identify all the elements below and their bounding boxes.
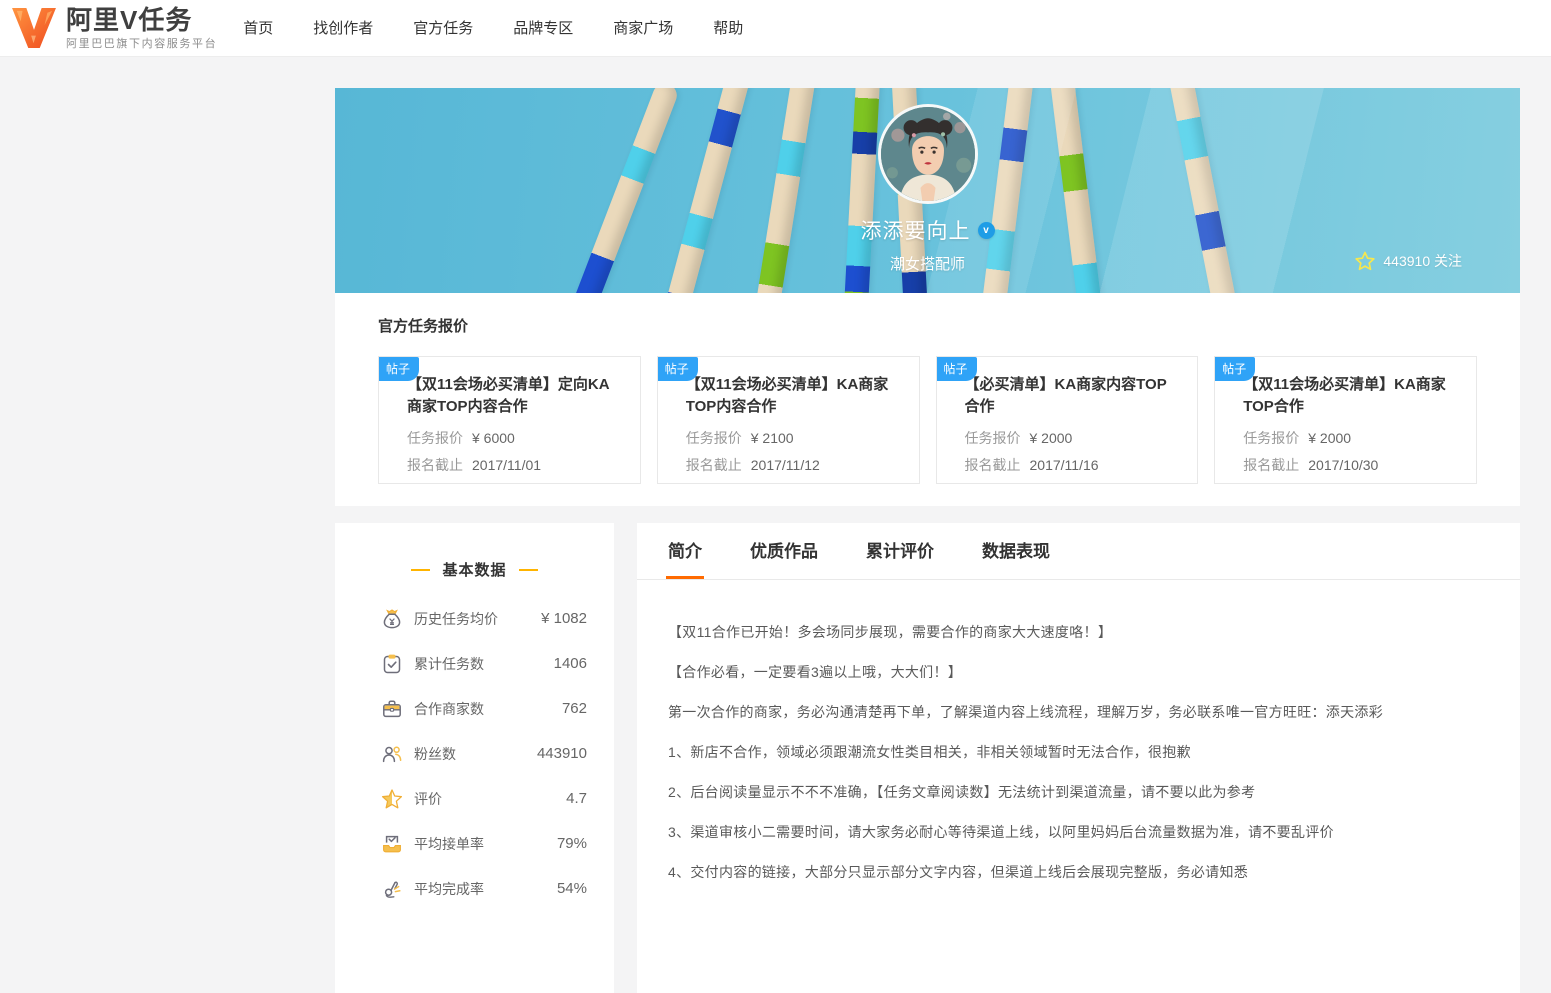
task-title: 【双11会场必买清单】定向KA商家TOP内容合作: [407, 376, 610, 415]
task-title: 【必买清单】KA商家内容TOP合作: [964, 376, 1167, 415]
tab-data-performance[interactable]: 数据表现: [982, 523, 1050, 579]
tab-featured-works[interactable]: 优质作品: [750, 523, 818, 579]
price-value: ¥ 2000: [1029, 430, 1073, 446]
heading-dash: [411, 568, 431, 571]
price-value: ¥ 6000: [472, 430, 515, 446]
intro-content: 【双11合作已开始！多会场同步展现，需要合作的商家大大速度咯！】 【合作必看，一…: [637, 580, 1520, 882]
briefcase-icon: [383, 699, 401, 717]
price-value: ¥ 2100: [750, 430, 794, 446]
nav-item-official-tasks[interactable]: 官方任务: [413, 0, 473, 57]
tasks-section-title: 官方任务报价: [378, 318, 469, 335]
post-tag-badge: 帖子: [1215, 357, 1256, 381]
intro-paragraph: 【合作必看，一定要看3遍以上哦，大大们！】: [668, 664, 963, 680]
tab-intro[interactable]: 简介: [668, 523, 702, 579]
deadline-label: 报名截止: [685, 457, 742, 473]
tab-reviews[interactable]: 累计评价: [866, 523, 934, 579]
task-title: 【双11会场必买清单】KA商家TOP合作: [1243, 376, 1446, 415]
clipboard-check-icon: [383, 654, 401, 673]
verified-badge-icon: v: [977, 221, 995, 239]
deadline-value: 2017/11/16: [1029, 457, 1099, 473]
stat-value: 1406: [553, 655, 587, 672]
brand-subtitle: 阿里巴巴旗下内容服务平台: [66, 37, 218, 50]
stat-label: 评价: [414, 790, 442, 807]
deadline-value: 2017/11/12: [750, 457, 820, 473]
brand-logo[interactable]: 阿里V任务 阿里巴巴旗下内容服务平台: [10, 6, 217, 51]
deadline-value: 2017/11/01: [472, 457, 542, 473]
stat-value: 54%: [556, 880, 587, 897]
v-logo-icon: [12, 7, 56, 49]
task-card[interactable]: 帖子 【双11会场必买清单】定向KA商家TOP内容合作 任务报价 ¥ 6000 报…: [378, 356, 641, 484]
basic-stats-panel: 基本数据 历史任务均价 ¥ 1082 累计任务数 1406 合作商家数 762 …: [335, 523, 614, 993]
inbox-check-icon: [383, 835, 401, 852]
star-icon: [381, 788, 403, 808]
stat-label: 合作商家数: [414, 700, 484, 717]
stat-label: 粉丝数: [414, 745, 456, 762]
deadline-label: 报名截止: [407, 457, 463, 473]
stat-label: 平均完成率: [414, 880, 484, 897]
nav-item-brand-zone[interactable]: 品牌专区: [513, 0, 573, 57]
brand-title: 阿里V任务: [66, 4, 193, 35]
price-label: 任务报价: [685, 430, 742, 446]
stat-row-total-tasks: 累计任务数 1406: [381, 641, 587, 686]
profile-detail-panel: 简介 优质作品 累计评价 数据表现 【双11合作已开始！多会场同步展现，需要合作…: [637, 523, 1520, 993]
intro-paragraph: 3、渠道审核小二需要时间，请大家务必耐心等待渠道上线，以阿里妈妈后台流量数据为准…: [668, 824, 1334, 840]
stat-row-accept-rate: 平均接单率 79%: [381, 821, 587, 866]
stat-row-completion-rate: 平均完成率 54%: [381, 866, 587, 911]
intro-paragraph: 1、新店不合作，领域必须跟潮流女性类目相关，非相关领域暂时无法合作，很抱歉: [668, 744, 1191, 760]
star-icon: [1355, 251, 1376, 271]
stat-label: 历史任务均价: [414, 610, 498, 627]
stat-label: 平均接单率: [414, 835, 484, 852]
stat-value: ¥ 1082: [541, 610, 587, 627]
stats-section-title: 基本数据: [442, 562, 507, 579]
nav-item-home[interactable]: 首页: [243, 0, 273, 57]
main-nav: 首页 找创作者 官方任务 品牌专区 商家广场 帮助: [243, 0, 783, 57]
stat-row-rating: 评价 4.7: [381, 776, 587, 821]
price-label: 任务报价: [407, 430, 463, 446]
post-tag-badge: 帖子: [379, 357, 420, 381]
task-card[interactable]: 帖子 【双11会场必买清单】KA商家TOP合作 任务报价 ¥ 2000 报名截止 2…: [1214, 356, 1477, 484]
detail-tabs: 简介 优质作品 累计评价 数据表现: [637, 523, 1520, 580]
stat-row-avg-price: 历史任务均价 ¥ 1082: [381, 596, 587, 641]
intro-paragraph: 【双11合作已开始！多会场同步展现，需要合作的商家大大速度咯！】: [668, 624, 1113, 640]
task-title: 【双11会场必买清单】KA商家TOP内容合作: [685, 376, 889, 415]
profile-banner: 添添要向上 v 潮女搭配师 443910 关注: [335, 88, 1520, 293]
intro-paragraph: 4、交付内容的链接，大部分只显示部分文字内容，但渠道上线后会展现完整版，务必请知…: [668, 864, 1249, 880]
task-card[interactable]: 帖子 【必买清单】KA商家内容TOP合作 任务报价 ¥ 2000 报名截止 2017…: [935, 356, 1199, 484]
stat-row-partner-merchants: 合作商家数 762: [381, 686, 587, 731]
stat-label: 累计任务数: [414, 655, 484, 672]
price-label: 任务报价: [964, 430, 1021, 446]
nav-item-find-creators[interactable]: 找创作者: [313, 0, 373, 57]
hand-ok-icon: [384, 881, 401, 898]
follow-count: 443910 关注: [1383, 253, 1462, 269]
deadline-value: 2017/10/30: [1308, 457, 1379, 473]
intro-paragraph: 第一次合作的商家，务必沟通清楚再下单，了解渠道内容上线流程，理解万岁，务必联系唯…: [668, 704, 1383, 720]
stat-value: 79%: [556, 835, 587, 852]
stat-value: 443910: [536, 745, 587, 762]
deadline-label: 报名截止: [964, 457, 1021, 473]
nav-item-help[interactable]: 帮助: [713, 0, 743, 57]
follow-button[interactable]: 443910 关注: [1355, 251, 1462, 271]
avatar: [877, 104, 978, 204]
stat-row-fans: 粉丝数 443910: [381, 731, 587, 776]
deadline-label: 报名截止: [1243, 457, 1300, 473]
intro-paragraph: 2、后台阅读量显示不不不准确，【任务文章阅读数】无法统计到渠道流量，请不要以此为…: [668, 784, 1256, 800]
heading-dash: [518, 568, 538, 571]
task-card[interactable]: 帖子 【双11会场必买清单】KA商家TOP内容合作 任务报价 ¥ 2100 报名截…: [656, 356, 920, 484]
official-tasks-section: 官方任务报价 帖子 【双11会场必买清单】定向KA商家TOP内容合作 任务报价 ¥…: [335, 293, 1520, 506]
users-icon: [382, 746, 402, 762]
price-value: ¥ 2000: [1308, 430, 1352, 446]
profile-name: 添添要向上: [860, 220, 971, 243]
money-bag-icon: [383, 608, 401, 628]
post-tag-badge: 帖子: [657, 357, 698, 381]
stat-value: 762: [561, 700, 587, 717]
post-tag-badge: 帖子: [936, 357, 977, 381]
top-navbar: 阿里V任务 阿里巴巴旗下内容服务平台 首页 找创作者 官方任务 品牌专区 商家广…: [0, 0, 1551, 57]
price-label: 任务报价: [1243, 430, 1300, 446]
profile-role: 潮女搭配师: [889, 256, 965, 273]
stat-value: 4.7: [566, 790, 587, 807]
nav-item-merchant-plaza[interactable]: 商家广场: [613, 0, 673, 57]
